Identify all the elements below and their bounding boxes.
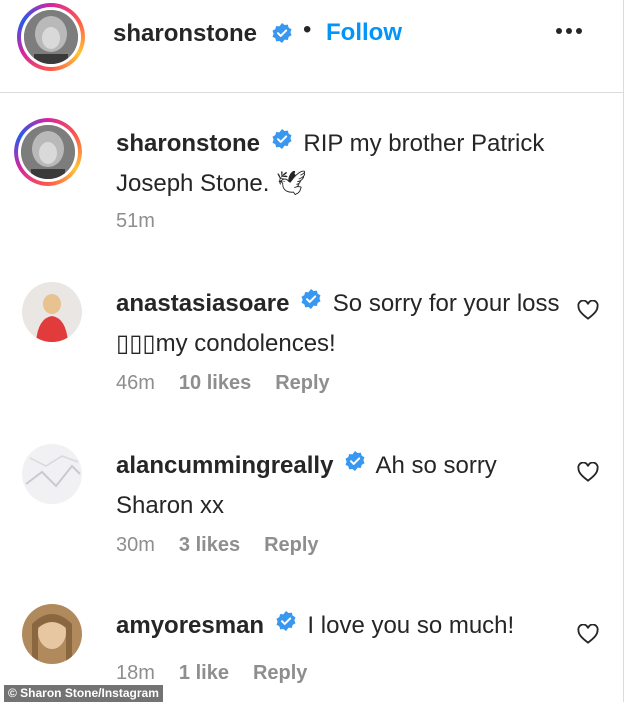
- commenter-avatar[interactable]: [14, 118, 82, 186]
- comment-username[interactable]: alancummingreally: [116, 452, 333, 479]
- comment-time: 30m: [116, 534, 155, 556]
- comment-text: I love you so much!: [307, 611, 515, 639]
- reply-button[interactable]: Reply: [275, 372, 329, 395]
- comment-time: 46m: [116, 372, 155, 394]
- verified-badge-icon: [300, 284, 322, 321]
- comment-time: 18m: [116, 662, 155, 684]
- comment-meta: 51m: [116, 210, 155, 233]
- avatar-photo: [24, 10, 78, 64]
- heart-icon[interactable]: [577, 299, 599, 320]
- heart-icon[interactable]: [577, 461, 599, 482]
- comment-body: anastasiasoare So sorry for your loss ▯▯…: [116, 284, 566, 362]
- comment-time: 51m: [116, 210, 155, 232]
- like-count[interactable]: 3 likes: [179, 534, 240, 557]
- comment-username[interactable]: amyoresman: [116, 612, 264, 639]
- post-header: sharonstone • Follow: [0, 0, 624, 71]
- header-divider: [0, 92, 624, 93]
- verified-badge-icon: [344, 446, 366, 483]
- commenter-avatar[interactable]: [22, 282, 82, 342]
- photo-credit: © Sharon Stone/Instagram: [4, 685, 163, 702]
- comment-body: sharonstone RIP my brother Patrick Josep…: [116, 124, 566, 202]
- comment-username[interactable]: sharonstone: [116, 130, 260, 157]
- reply-button[interactable]: Reply: [264, 534, 318, 557]
- commenter-avatar[interactable]: [22, 444, 82, 504]
- heart-icon[interactable]: [577, 623, 599, 644]
- author-avatar[interactable]: [17, 3, 85, 71]
- more-options-icon[interactable]: [556, 28, 582, 34]
- reply-button[interactable]: Reply: [253, 662, 307, 685]
- verified-badge-icon: [275, 606, 297, 643]
- header-username[interactable]: sharonstone: [113, 20, 257, 48]
- like-count[interactable]: 10 likes: [179, 372, 251, 395]
- follow-button[interactable]: Follow: [326, 19, 402, 47]
- avatar-photo: [21, 125, 75, 179]
- comment-username[interactable]: anastasiasoare: [116, 290, 289, 317]
- like-count[interactable]: 1 like: [179, 662, 229, 685]
- comment-meta: 46m 10 likes Reply: [116, 372, 330, 395]
- verified-badge-icon: [271, 124, 293, 161]
- comment-body: amyoresman I love you so much!: [116, 606, 566, 647]
- separator-dot: •: [303, 16, 312, 43]
- comment-meta: 18m 1 like Reply: [116, 662, 307, 685]
- commenter-avatar[interactable]: [22, 604, 82, 664]
- verified-badge-icon: [271, 22, 293, 49]
- comment-body: alancummingreally Ah so sorry Sharon xx: [116, 446, 566, 524]
- comment-meta: 30m 3 likes Reply: [116, 534, 319, 557]
